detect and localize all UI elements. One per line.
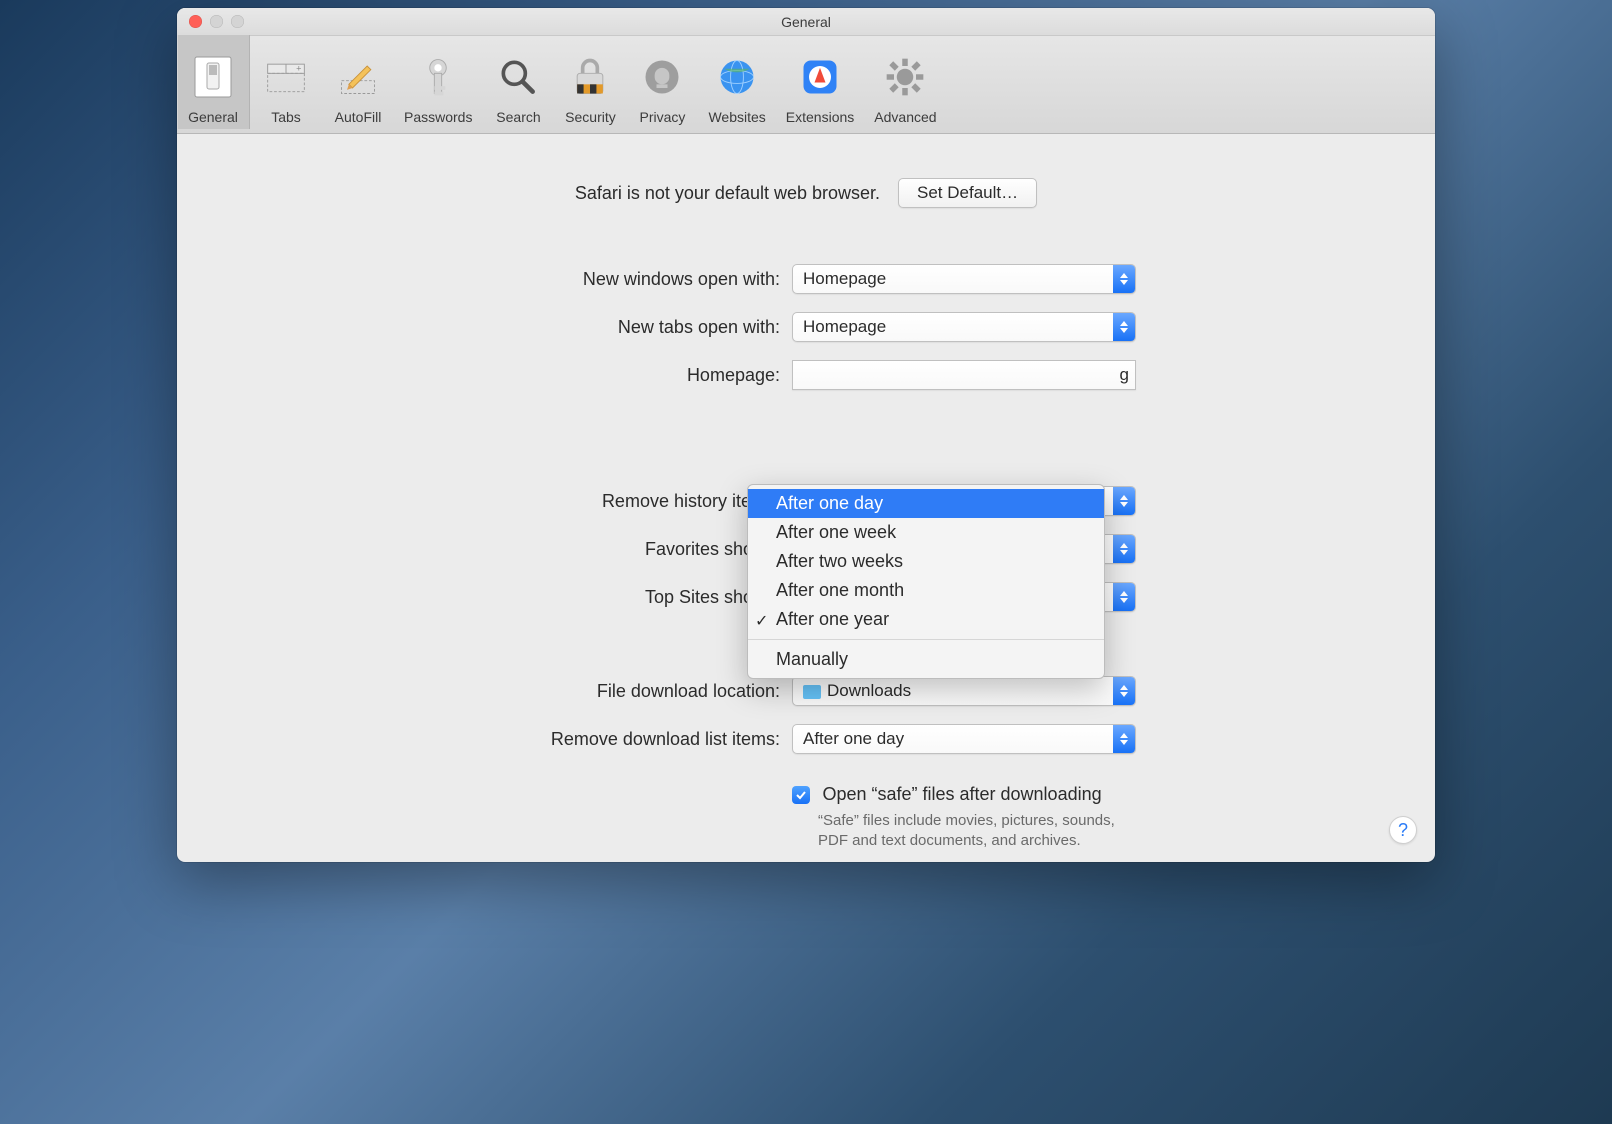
popup-value: Homepage [803,317,886,337]
chevron-updown-icon [1113,265,1135,293]
label-favorites: Favorites shows: [217,539,792,560]
tab-label: Privacy [640,109,686,125]
checkbox-open-safe[interactable]: Open “safe” files after downloading [792,784,1128,805]
privacy-icon [636,51,688,103]
tab-label: Security [565,109,616,125]
row-remove-downloads: Remove download list items: After one da… [217,724,1395,754]
default-browser-row: Safari is not your default web browser. … [217,178,1395,208]
tab-search[interactable]: Search [482,35,554,129]
chevron-updown-icon [1113,677,1135,705]
preferences-window: General General + Tabs AutoFill Password [177,8,1435,862]
menu-item-after-one-week[interactable]: After one week [748,518,1104,547]
tab-security[interactable]: Security [554,35,626,129]
tab-label: Search [496,109,540,125]
tab-privacy[interactable]: Privacy [626,35,698,129]
label-remove-history: Remove history items: [217,491,792,512]
preferences-toolbar: General + Tabs AutoFill Passwords Search [177,36,1435,134]
popup-new-tabs[interactable]: Homepage [792,312,1136,342]
checkmark-icon: ✓ [755,611,768,631]
chevron-updown-icon [1113,487,1135,515]
menu-item-after-two-weeks[interactable]: After two weeks [748,547,1104,576]
window-title: General [177,14,1435,30]
extensions-icon [794,51,846,103]
autofill-icon [332,51,384,103]
label-download-location: File download location: [217,681,792,702]
popup-download-location[interactable]: Downloads [792,676,1136,706]
passwords-icon [412,51,464,103]
chevron-updown-icon [1113,313,1135,341]
tab-label: Advanced [874,109,936,125]
menu-item-after-one-year[interactable]: ✓ After one year [748,605,1104,634]
open-safe-help-text: “Safe” files include movies, pictures, s… [792,811,1128,852]
label-homepage: Homepage: [217,365,792,386]
tab-autofill[interactable]: AutoFill [322,35,394,129]
row-download-location: File download location: Downloads [217,676,1395,706]
tab-extensions[interactable]: Extensions [776,35,864,129]
search-icon [492,51,544,103]
homepage-trailing-char: g [1120,365,1129,385]
menu-divider [748,639,1104,640]
chevron-updown-icon [1113,535,1135,563]
tab-label: AutoFill [335,109,382,125]
checkbox-icon [792,786,810,804]
homepage-field[interactable]: g [792,360,1136,390]
help-icon: ? [1398,820,1408,841]
menu-item-after-one-day[interactable]: After one day [748,489,1104,518]
popup-remove-downloads[interactable]: After one day [792,724,1136,754]
titlebar: General [177,8,1435,36]
tab-label: Websites [708,109,765,125]
content-area: Safari is not your default web browser. … [177,134,1435,872]
tab-label: Passwords [404,109,472,125]
row-new-windows: New windows open with: Homepage [217,264,1395,294]
popup-value: Homepage [803,269,886,289]
set-default-button[interactable]: Set Default… [898,178,1037,208]
security-icon [564,51,616,103]
label-new-windows: New windows open with: [217,269,792,290]
tab-tabs[interactable]: + Tabs [250,35,322,129]
label-remove-downloads: Remove download list items: [217,729,792,750]
menu-item-label: After one year [776,609,889,629]
tabs-icon: + [260,51,312,103]
label-new-tabs: New tabs open with: [217,317,792,338]
label-top-sites: Top Sites shows: [217,587,792,608]
chevron-updown-icon [1113,725,1135,753]
advanced-icon [879,51,931,103]
tab-websites[interactable]: Websites [698,35,775,129]
help-button[interactable]: ? [1389,816,1417,844]
popup-value: Downloads [827,681,911,701]
tab-label: General [188,109,238,125]
websites-icon [711,51,763,103]
folder-icon [803,685,821,699]
remove-history-menu: After one day After one week After two w… [747,484,1105,679]
menu-item-after-one-month[interactable]: After one month [748,576,1104,605]
tab-passwords[interactable]: Passwords [394,35,482,129]
svg-text:+: + [296,64,301,74]
menu-item-manually[interactable]: Manually [748,645,1104,674]
checkbox-label: Open “safe” files after downloading [822,784,1101,804]
tab-label: Tabs [271,109,301,125]
general-icon [187,51,239,103]
popup-new-windows[interactable]: Homepage [792,264,1136,294]
row-homepage: Homepage: g [217,360,1395,390]
row-new-tabs: New tabs open with: Homepage [217,312,1395,342]
tab-advanced[interactable]: Advanced [864,35,946,129]
default-browser-text: Safari is not your default web browser. [575,183,880,204]
popup-value: After one day [803,729,904,749]
chevron-updown-icon [1113,583,1135,611]
tab-general[interactable]: General [177,35,250,129]
row-open-safe: Open “safe” files after downloading “Saf… [217,784,1395,852]
tab-label: Extensions [786,109,854,125]
